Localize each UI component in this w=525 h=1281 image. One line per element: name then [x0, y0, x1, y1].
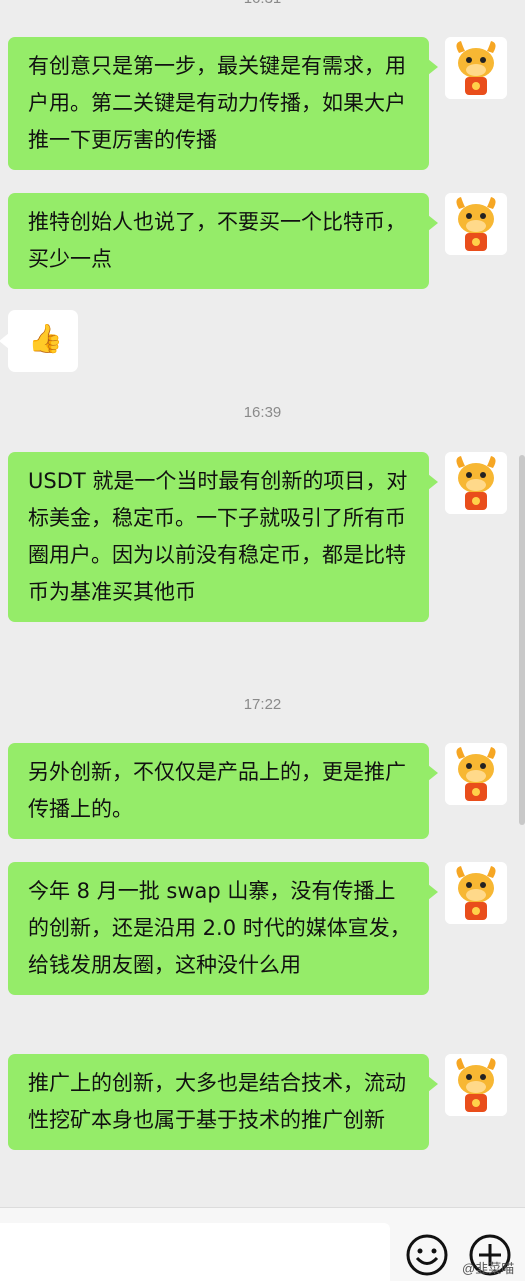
message-bubble[interactable]: 推广上的创新，大多也是结合技术，流动性挖矿本身也属于基于技术的推广创新	[8, 1054, 438, 1150]
message-bubble[interactable]: USDT 就是一个当时最有创新的项目，对标美金，稳定币。一下子就吸引了所有币圈用…	[8, 452, 438, 622]
reaction-bubble[interactable]: 👍	[0, 310, 78, 372]
message-text: 有创意只是第一步，最关键是有需求，用户用。第二关键是有动力传播，如果大户推一下更…	[28, 54, 406, 152]
user-avatar[interactable]	[445, 1054, 507, 1116]
message-text: 推特创始人也说了，不要买一个比特币，买少一点	[28, 210, 406, 271]
message-text: 另外创新，不仅仅是产品上的，更是推广传播上的。	[28, 760, 406, 821]
user-avatar[interactable]	[445, 743, 507, 805]
cow-avatar-icon	[445, 193, 507, 255]
cow-avatar-icon	[445, 452, 507, 514]
cow-avatar-icon	[445, 743, 507, 805]
cow-avatar-icon	[445, 1054, 507, 1116]
watermark: @韭菜喵	[462, 1261, 515, 1276]
timestamp: 16:39	[243, 404, 282, 421]
scrollbar[interactable]	[519, 455, 525, 825]
thumbs-up-icon: 👍	[28, 322, 63, 355]
message-bubble[interactable]: 有创意只是第一步，最关键是有需求，用户用。第二关键是有动力传播，如果大户推一下更…	[8, 37, 438, 170]
user-avatar[interactable]	[445, 452, 507, 514]
message-bubble[interactable]: 推特创始人也说了，不要买一个比特币，买少一点	[8, 193, 438, 289]
message-text: 推广上的创新，大多也是结合技术，流动性挖矿本身也属于基于技术的推广创新	[28, 1071, 406, 1132]
message-text: 今年 8 月一批 swap 山寨，没有传播上的创新，还是沿用 2.0 时代的媒体…	[28, 879, 411, 977]
user-avatar[interactable]	[445, 193, 507, 255]
smiley-icon[interactable]	[405, 1233, 449, 1277]
message-text: USDT 就是一个当时最有创新的项目，对标美金，稳定币。一下子就吸引了所有币圈用…	[28, 469, 408, 604]
timestamp-top-partial: 16:31	[0, 0, 525, 7]
cow-avatar-icon	[445, 862, 507, 924]
user-avatar[interactable]	[445, 37, 507, 99]
cow-avatar-icon	[445, 37, 507, 99]
input-bar	[0, 1207, 525, 1281]
message-bubble[interactable]: 另外创新，不仅仅是产品上的，更是推广传播上的。	[8, 743, 438, 839]
timestamp: 17:22	[243, 696, 282, 713]
message-bubble[interactable]: 今年 8 月一批 swap 山寨，没有传播上的创新，还是沿用 2.0 时代的媒体…	[8, 862, 438, 995]
message-input[interactable]	[0, 1223, 390, 1281]
user-avatar[interactable]	[445, 862, 507, 924]
